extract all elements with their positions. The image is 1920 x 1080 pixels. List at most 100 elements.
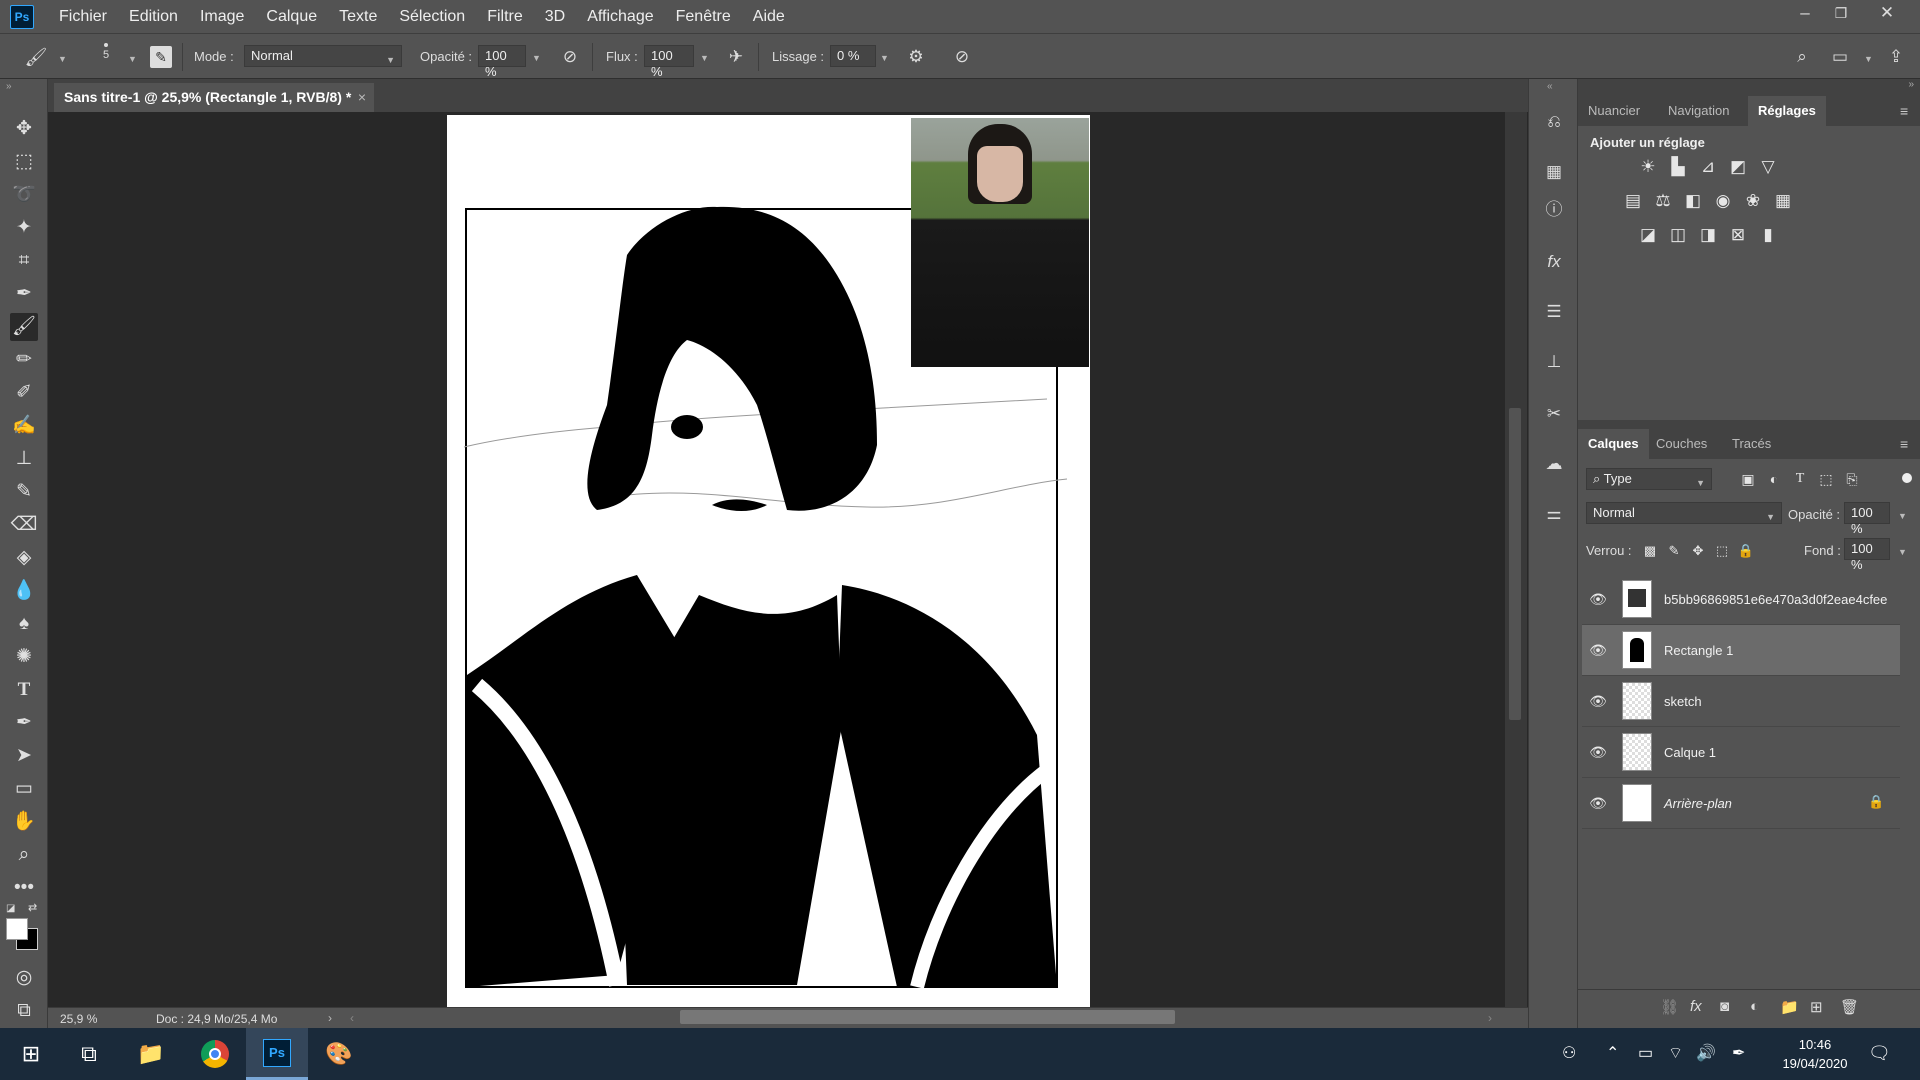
brushes-icon[interactable]: ☰ [1541,299,1567,325]
brush-tool-icon[interactable]: 🖌 [24,45,48,69]
lock-all-icon[interactable]: 🔒 [1734,539,1758,563]
tool-presets-icon[interactable]: ✂ [1541,401,1567,427]
scroll-left-icon[interactable]: ‹ [350,1011,354,1025]
eye-icon[interactable]: 👁 [1587,691,1609,711]
brush-preset-picker[interactable]: 5 [88,39,124,75]
clock[interactable]: 10:46 19/04/2020 [1770,1035,1860,1073]
collapse-icon[interactable]: » [1908,79,1914,90]
chevron-down-icon[interactable]: ▼ [880,53,889,63]
search-icon[interactable]: ⌕ [1790,45,1814,69]
swatches-icon[interactable]: ▦ [1541,159,1567,185]
layer-row[interactable]: 👁 sketch [1582,676,1900,727]
vibrance-icon[interactable]: ▽ [1756,155,1780,179]
hand-tool-icon[interactable]: ✋ [10,808,38,836]
chevron-down-icon[interactable]: ▼ [58,54,67,64]
chevron-up-icon[interactable]: ⌃ [1606,1043,1619,1063]
styles-icon[interactable]: fx [1541,249,1567,275]
layer-filter-select[interactable]: ⌕ Type ▼ [1586,468,1712,490]
type-tool-icon[interactable]: T [10,676,38,704]
libraries-icon[interactable]: ☁ [1541,451,1567,477]
clone-tool-icon[interactable]: ✐ [10,379,38,407]
color-lookup-icon[interactable]: ▦ [1771,189,1795,213]
eyedropper-icon[interactable]: ✒ [10,280,38,308]
delete-layer-icon[interactable]: 🗑 [1840,998,1859,1016]
eye-icon[interactable]: 👁 [1587,640,1609,660]
new-layer-icon[interactable]: ⊞ [1810,998,1823,1016]
levels-icon[interactable]: ▙ [1666,155,1690,179]
flow-input[interactable]: 100 % [644,45,694,79]
volume-icon[interactable]: 🔊 [1696,1043,1716,1063]
hue-saturation-icon[interactable]: ▤ [1621,189,1645,213]
close-icon[interactable]: ✕ [1864,0,1910,26]
collapse-icon[interactable]: « [1547,81,1553,92]
chevron-down-icon[interactable]: ▼ [128,54,137,64]
clone-source-icon[interactable]: ⊥ [1541,349,1567,375]
file-explorer-icon[interactable]: 📁 [120,1028,182,1080]
curves-icon[interactable]: ⊿ [1696,155,1720,179]
lock-position-icon[interactable]: ✥ [1686,539,1710,563]
chevron-down-icon[interactable]: ▼ [700,53,709,63]
filter-adjustment-icon[interactable]: ◐ [1762,467,1786,491]
close-tab-icon[interactable]: × [358,83,366,112]
chevron-down-icon[interactable]: ▼ [1864,54,1873,64]
info-icon[interactable]: ⓘ [1541,197,1567,223]
wifi-icon[interactable]: ⌔ [1668,1043,1683,1063]
restore-icon[interactable]: ❐ [1818,0,1864,26]
gear-icon[interactable]: ⚙ [904,45,928,69]
tab-reglages[interactable]: Réglages [1748,96,1826,126]
black-white-icon[interactable]: ◧ [1681,189,1705,213]
posterize-icon[interactable]: ◫ [1666,223,1690,247]
lasso-tool-icon[interactable]: ➰ [10,181,38,209]
scroll-right-icon[interactable]: › [1488,1011,1492,1025]
link-layers-icon[interactable]: ⛓ [1660,998,1679,1016]
chevron-right-icon[interactable]: › [328,1011,332,1025]
lock-transparency-icon[interactable]: ▩ [1638,539,1662,563]
vertical-scroll-thumb[interactable] [1509,408,1521,720]
move-tool-icon[interactable]: ✥ [10,115,38,143]
layer-row-selected[interactable]: 👁 Rectangle 1 [1582,625,1900,676]
tab-calques[interactable]: Calques [1578,429,1649,459]
opacity-input[interactable]: 100 % [478,45,526,79]
blur-tool-icon[interactable]: 💧 [10,577,38,605]
swap-colors-icon[interactable]: ⇄ [28,901,37,914]
sponge-tool-icon[interactable]: ✺ [10,643,38,671]
gradient-map-icon[interactable]: ▮ [1756,223,1780,247]
menu-aide[interactable]: Aide [742,0,796,33]
notifications-icon[interactable]: 🗨 [1868,1043,1891,1064]
channel-mixer-icon[interactable]: ❀ [1741,189,1765,213]
foreground-color-swatch[interactable] [6,918,28,940]
stamp-tool-icon[interactable]: ⊥ [10,445,38,473]
layer-row[interactable]: 👁 Calque 1 [1582,727,1900,778]
menu-texte[interactable]: Texte [328,0,388,33]
tab-navigation[interactable]: Navigation [1658,96,1739,126]
history-brush-icon[interactable]: ✍ [10,412,38,440]
pen-icon[interactable]: ✒ [1732,1043,1745,1063]
brush-tool-icon[interactable]: 🖌 [10,313,38,341]
fill-input[interactable]: 100 % [1844,538,1890,572]
menu-3d[interactable]: 3D [534,0,576,33]
default-colors-icon[interactable]: ◪ [6,903,15,914]
rectangle-tool-icon[interactable]: ▭ [10,775,38,803]
menu-fichier[interactable]: Fichier [48,0,118,33]
panel-menu-icon[interactable]: ≡ [1900,103,1908,119]
marquee-tool-icon[interactable]: ⬚ [10,148,38,176]
new-group-icon[interactable]: 📁 [1780,998,1799,1016]
reference-photo[interactable] [911,118,1089,367]
workspace-icon[interactable]: ▭ [1828,45,1852,69]
smoothing-input[interactable]: 0 % [830,45,876,67]
path-selection-icon[interactable]: ➤ [10,742,38,770]
filter-toggle[interactable] [1902,473,1912,483]
layer-opacity-input[interactable]: 100 % [1844,502,1890,536]
layer-row[interactable]: 👁 b5bb96869851e6e470a3d0f2eae4cfee [1582,574,1900,625]
invert-icon[interactable]: ◪ [1636,223,1660,247]
lock-artboard-icon[interactable]: ⬚ [1710,539,1734,563]
document-tab[interactable]: Sans titre-1 @ 25,9% (Rectangle 1, RVB/8… [54,83,374,112]
pressure-opacity-icon[interactable]: ⊘ [558,45,582,69]
layer-row[interactable]: 👁 Arrière-plan 🔒 [1582,778,1900,829]
menu-image[interactable]: Image [189,0,255,33]
brightness-icon[interactable]: ☀ [1636,155,1660,179]
chrome-icon[interactable] [184,1028,246,1080]
tab-traces[interactable]: Tracés [1722,429,1781,459]
magic-wand-icon[interactable]: ✦ [10,214,38,242]
eye-icon[interactable]: 👁 [1587,793,1609,813]
